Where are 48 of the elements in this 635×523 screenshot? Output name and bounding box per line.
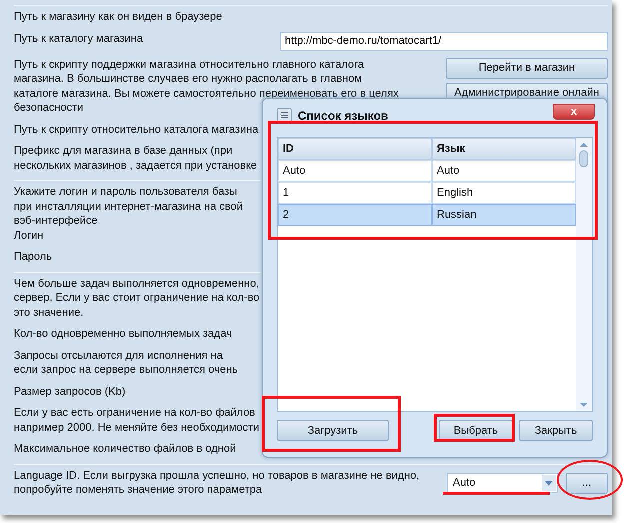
column-header[interactable]: ID [278, 138, 432, 160]
window-menu-icon[interactable] [277, 108, 292, 124]
setting-description: Размер запросов (Kb) [14, 384, 126, 399]
setting-description: Чем больше задач выполняется одновременно, [14, 276, 260, 291]
setting-description: Кол-во одновременно выполняемых задач [14, 327, 232, 342]
table-cell[interactable]: Auto [432, 160, 576, 182]
action-button[interactable]: Перейти в магазин [446, 58, 608, 78]
setting-description: каталоге магазина. Вы можете самостоятельно переименовать его в целях [14, 86, 399, 101]
table-cell[interactable]: 2 [278, 204, 432, 226]
annotation-ellipse [557, 460, 623, 500]
setting-description: магазина. В большинстве случаев его нужно располагать в главном [14, 72, 362, 86]
dialog-title: Список языков [298, 108, 390, 123]
setting-description: например 2000. Не меняйте без необходимости [14, 420, 260, 435]
setting-description: сервер. Если у вас стоит ограничение на кол-во [14, 291, 260, 306]
dialog-button[interactable]: Загрузить [277, 420, 389, 441]
column-header[interactable]: Язык [432, 138, 576, 160]
setting-description: Путь к магазину как он виден в браузере [14, 10, 222, 24]
setting-description: при инсталляции интернет-магазина на свой [14, 200, 243, 214]
table-cell[interactable]: English [432, 182, 576, 204]
close-button[interactable]: x [553, 104, 595, 120]
setting-description: Логин [14, 228, 44, 243]
setting-description: Путь к каталогу магазина [14, 32, 144, 46]
setting-description: попробуйте поменять значение этого параметра [14, 483, 262, 498]
setting-description: Запросы отсылаются для исполнения на [14, 348, 223, 363]
setting-description: Префикс для магазина в базе данных (при [14, 144, 233, 158]
setting-description: вэб-интерфейсе [14, 214, 98, 228]
setting-description: Путь к скрипту относительно каталога магазина [14, 122, 259, 137]
dialog-button[interactable]: Закрыть [519, 420, 593, 441]
scroll-down-icon[interactable] [579, 402, 589, 408]
scrollbar[interactable] [576, 138, 592, 411]
setting-description: Language ID. Если выгрузка прошла успешно, но товаров в магазине не видно, [14, 468, 420, 483]
setting-description: Если у вас есть ограничение на кол-во файлов [14, 406, 256, 420]
setting-description: безопасности [14, 101, 84, 116]
table-cell[interactable]: 1 [278, 182, 432, 204]
caret-icon [542, 475, 556, 491]
setting-description: Пароль [14, 250, 52, 264]
scroll-up-icon[interactable] [579, 140, 589, 167]
setting-description: если запрос на сервере выполняется очень [14, 363, 238, 378]
setting-description: Укажите логин и пароль пользователя базы [14, 185, 238, 200]
setting-description: Путь к скрипту поддержки магазина относительно главного каталога [14, 58, 364, 72]
url-field[interactable]: http://mbc-demo.ru/tomatocart1/ [280, 32, 608, 50]
setting-description: это значение. [14, 306, 84, 320]
setting-description: нескольких магазинов , задается при установке [14, 158, 258, 173]
action-button[interactable]: ... [566, 472, 608, 494]
table-cell[interactable]: Auto [278, 160, 432, 182]
language-dropdown[interactable]: Auto [447, 473, 558, 493]
table-cell[interactable]: Russian [432, 204, 576, 226]
setting-description: Максимальное количество файлов в одной [14, 442, 236, 456]
